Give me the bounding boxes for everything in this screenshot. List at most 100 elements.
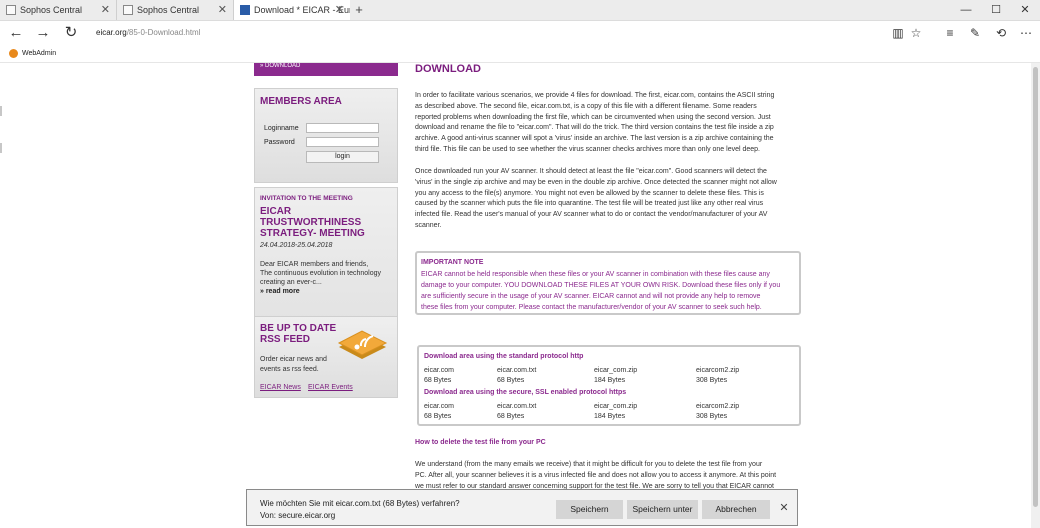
read-more-link[interactable]: » read more bbox=[260, 288, 300, 295]
address-bar[interactable]: eicar.org/85-0-Download.html bbox=[96, 26, 796, 40]
members-area-title: MEMBERS AREA bbox=[260, 96, 342, 107]
rss-title-line: RSS FEED bbox=[260, 334, 311, 345]
file-size: 184 Bytes bbox=[594, 376, 626, 384]
http-link-eicar-com[interactable]: eicar.com bbox=[424, 366, 454, 376]
meeting-title-line: EICAR bbox=[260, 206, 292, 217]
eicar-events-link[interactable]: EICAR Events bbox=[308, 384, 353, 391]
delete-file-heading: How to delete the test file from your PC bbox=[415, 439, 546, 446]
rss-title: BE UP TO DATE RSS FEED bbox=[260, 323, 336, 345]
scrollbar-thumb[interactable] bbox=[1033, 67, 1038, 507]
hub-icon[interactable]: ≡ bbox=[941, 24, 959, 42]
tab-sophos-central-2[interactable]: Sophos Central ✕ bbox=[117, 0, 234, 20]
save-as-button[interactable]: Speichern unter bbox=[627, 500, 698, 519]
http-link-eicar-com-txt[interactable]: eicar.com.txt bbox=[497, 366, 536, 376]
minimize-button[interactable]: — bbox=[951, 0, 981, 20]
reading-view-icon[interactable]: ▥ bbox=[889, 24, 907, 42]
text-line: Once downloaded run your AV scanner. It … bbox=[415, 168, 767, 175]
https-file-eicarcom2-zip: eicarcom2.zip 308 Bytes bbox=[696, 402, 739, 421]
cancel-button[interactable]: Abbrechen bbox=[702, 500, 770, 519]
close-icon[interactable]: ✕ bbox=[101, 0, 110, 20]
file-size: 68 Bytes bbox=[424, 376, 452, 384]
tab-eicar-download[interactable]: Download * EICAR - Eur ✕ bbox=[234, 0, 350, 20]
share-icon[interactable]: ⟲ bbox=[992, 24, 1010, 42]
text-line: scanner. bbox=[415, 221, 442, 229]
edge-marker bbox=[0, 143, 2, 153]
text-line: caused by the scanner which puts the fil… bbox=[415, 200, 764, 208]
meeting-text-line: The continuous evolution in technology bbox=[260, 270, 382, 277]
tab-label: Sophos Central bbox=[20, 5, 83, 15]
forward-arrow-icon[interactable]: → bbox=[33, 23, 53, 43]
flag-icon bbox=[240, 5, 250, 15]
webadmin-favicon bbox=[9, 49, 18, 58]
https-file-eicar-com-zip: eicar_com.zip 184 Bytes bbox=[594, 402, 637, 421]
https-link-eicar-com[interactable]: eicar.com bbox=[424, 402, 454, 412]
download-prompt: Wie möchten Sie mit eicar.com.txt (68 By… bbox=[246, 489, 798, 526]
save-button[interactable]: Speichern bbox=[556, 500, 623, 519]
http-download-title: Download area using the standard protoco… bbox=[424, 353, 584, 360]
file-size: 184 Bytes bbox=[594, 412, 626, 420]
vertical-scrollbar[interactable] bbox=[1031, 63, 1040, 528]
meeting-text-line: Dear EICAR members and friends, bbox=[260, 261, 369, 268]
loginname-input[interactable] bbox=[306, 123, 379, 133]
members-area-box: MEMBERS AREA Loginname Password login bbox=[254, 88, 398, 183]
back-arrow-icon[interactable]: ← bbox=[6, 23, 26, 43]
text-line: you any access to the file(s) anymore. Y… bbox=[415, 189, 764, 197]
meeting-title: EICAR TRUSTWORTHINESS STRATEGY- MEETING bbox=[260, 206, 365, 239]
password-input[interactable] bbox=[306, 137, 379, 147]
download-area-box: Download area using the standard protoco… bbox=[417, 345, 801, 426]
note-line: are sufficiently secure in the usage of … bbox=[421, 293, 761, 300]
download-question: Wie möchten Sie mit eicar.com.txt (68 By… bbox=[260, 499, 460, 508]
eicar-news-link[interactable]: EICAR News bbox=[260, 384, 301, 391]
close-icon[interactable]: ✕ bbox=[218, 0, 227, 20]
close-icon[interactable]: ✕ bbox=[335, 0, 344, 20]
navigation-bar: ← → ↻ eicar.org/85-0-Download.html ▥ ☆ ≡… bbox=[0, 21, 1040, 45]
delete-file-paragraph: We understand (from the many emails we r… bbox=[415, 460, 776, 492]
address-path: /85-0-Download.html bbox=[126, 28, 201, 37]
close-window-button[interactable]: ✕ bbox=[1010, 0, 1040, 20]
https-link-eicar-com-zip[interactable]: eicar_com.zip bbox=[594, 402, 637, 412]
tab-label: Sophos Central bbox=[137, 5, 200, 15]
rss-text-line: events as rss feed. bbox=[260, 365, 319, 373]
web-note-icon[interactable]: ✎ bbox=[966, 24, 984, 42]
important-note-title: IMPORTANT NOTE bbox=[421, 259, 484, 266]
maximize-button[interactable]: ☐ bbox=[981, 0, 1011, 20]
tab-sophos-central-1[interactable]: Sophos Central ✕ bbox=[0, 0, 117, 20]
text-line: as described above. The second file, eic… bbox=[415, 102, 757, 110]
meeting-title-line: TRUSTWORTHINESS bbox=[260, 217, 362, 228]
text-line: In order to facilitate various scenarios… bbox=[415, 92, 775, 99]
http-link-eicar-com-zip[interactable]: eicar_com.zip bbox=[594, 366, 637, 376]
text-line: We understand (from the many emails we r… bbox=[415, 461, 763, 468]
http-file-eicar-com: eicar.com 68 Bytes bbox=[424, 366, 454, 385]
https-file-eicar-com: eicar.com 68 Bytes bbox=[424, 402, 454, 421]
http-link-eicarcom2-zip[interactable]: eicarcom2.zip bbox=[696, 366, 739, 376]
meeting-text-line: creating an ever-c... bbox=[260, 279, 322, 286]
meeting-date: 24.04.2018-25.04.2018 bbox=[260, 242, 333, 249]
rss-feed-box: BE UP TO DATE RSS FEED Order eicar news … bbox=[254, 316, 398, 398]
https-link-eicarcom2-zip[interactable]: eicarcom2.zip bbox=[696, 402, 739, 412]
https-link-eicar-com-txt[interactable]: eicar.com.txt bbox=[497, 402, 536, 412]
refresh-icon[interactable]: ↻ bbox=[61, 23, 81, 43]
sidebar-download-link[interactable]: » DOWNLOAD bbox=[254, 63, 398, 76]
page-viewport: » DOWNLOAD MEMBERS AREA Loginname Passwo… bbox=[0, 63, 1040, 528]
download-source: Von: secure.eicar.org bbox=[260, 511, 336, 520]
meeting-title-line: STRATEGY- MEETING bbox=[260, 228, 365, 239]
rss-text-line: Order eicar news and bbox=[260, 356, 327, 363]
file-size: 68 Bytes bbox=[424, 412, 452, 420]
text-line: third file. This file can be used to see… bbox=[415, 145, 761, 153]
http-file-eicarcom2-zip: eicarcom2.zip 308 Bytes bbox=[696, 366, 739, 385]
intro-paragraph: In order to facilitate various scenarios… bbox=[415, 91, 774, 156]
http-file-eicar-com-zip: eicar_com.zip 184 Bytes bbox=[594, 366, 637, 385]
page-icon bbox=[6, 5, 16, 15]
meeting-kicker: INVITATION TO THE MEETING bbox=[260, 195, 353, 202]
new-tab-button[interactable]: + bbox=[350, 0, 368, 20]
close-icon[interactable]: ✕ bbox=[778, 500, 790, 517]
favorite-star-icon[interactable]: ☆ bbox=[907, 24, 925, 42]
more-options-icon[interactable]: ⋯ bbox=[1017, 24, 1035, 42]
text-line: reported problems when downloading the f… bbox=[415, 113, 771, 121]
text-line: 'virus' in the single zip archive and ma… bbox=[415, 178, 777, 186]
favorite-webadmin[interactable]: WebAdmin bbox=[22, 45, 56, 62]
scanner-paragraph: Once downloaded run your AV scanner. It … bbox=[415, 167, 777, 232]
login-button[interactable]: login bbox=[306, 151, 379, 163]
meeting-text: Dear EICAR members and friends, The cont… bbox=[260, 260, 381, 287]
favorites-bar: WebAdmin bbox=[0, 45, 1040, 63]
